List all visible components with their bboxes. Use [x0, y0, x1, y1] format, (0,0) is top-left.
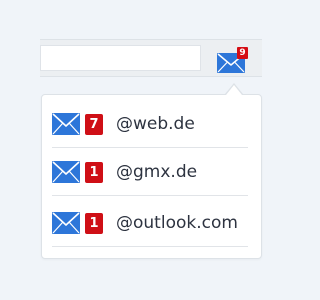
- unread-count-badge: 9: [237, 47, 248, 59]
- unread-count-badge: 7: [85, 114, 103, 135]
- divider: [52, 246, 248, 247]
- screen: 9 7 @web.de 1 @gmx.de 1 @outlook.com: [0, 0, 300, 300]
- account-item-outlook-com[interactable]: 1 @outlook.com: [52, 201, 248, 247]
- account-label: @web.de: [116, 114, 195, 134]
- popup-pointer-fill: [226, 85, 242, 95]
- account-label: @gmx.de: [116, 162, 198, 182]
- browser-toolbar: 9: [40, 39, 262, 77]
- divider: [52, 147, 248, 148]
- divider: [52, 195, 248, 196]
- account-item-gmx-de[interactable]: 1 @gmx.de: [52, 150, 248, 196]
- unread-count-badge: 1: [85, 162, 103, 183]
- account-popup: 7 @web.de 1 @gmx.de 1 @outlook.com: [41, 94, 262, 259]
- envelope-icon: [52, 113, 80, 135]
- account-item-web-de[interactable]: 7 @web.de: [52, 102, 248, 148]
- address-input[interactable]: [40, 45, 201, 71]
- account-label: @outlook.com: [116, 213, 238, 233]
- mail-check-button[interactable]: 9: [217, 47, 248, 73]
- unread-count-badge: 1: [85, 213, 103, 234]
- envelope-icon: [52, 161, 80, 183]
- envelope-icon: [52, 212, 80, 234]
